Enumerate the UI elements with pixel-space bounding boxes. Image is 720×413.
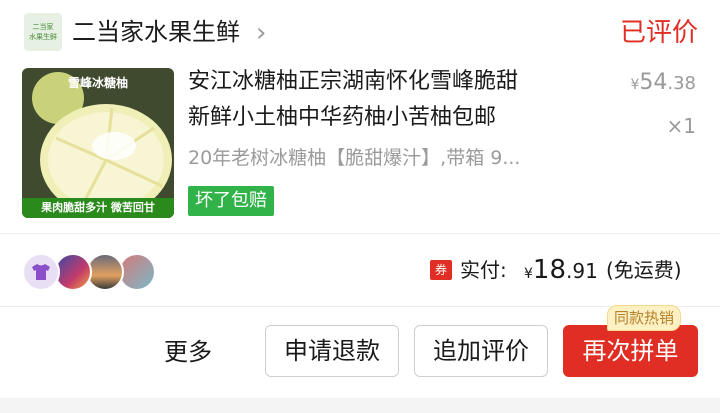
product-title-line1[interactable]: 安江冰糖柚正宗湖南怀化雪峰脆甜 — [188, 66, 518, 98]
price-decimal: .38 — [667, 73, 696, 94]
shop-logo-text: 二当家 水果生鲜 — [29, 23, 57, 41]
product-spec[interactable]: 20年老树冰糖柚【脆甜爆汁】,带箱 9... — [188, 142, 520, 174]
refund-button[interactable]: 申请退款 — [265, 325, 399, 377]
paid-decimal: .91 — [566, 259, 598, 283]
guarantee-tag: 坏了包赔 — [188, 186, 274, 216]
price-integer: 54 — [639, 70, 668, 95]
order-status: 已评价 — [619, 18, 698, 48]
chevron-right-icon[interactable]: › — [256, 13, 266, 53]
product-thumbnail[interactable]: 雪峰冰糖柚 果肉脆甜多汁 微苦回甘 — [22, 68, 174, 218]
shipping-note: (免运费) — [606, 258, 682, 282]
thumb-footer: 果肉脆甜多汁 微苦回甘 — [22, 198, 174, 218]
add-review-button[interactable]: 追加评价 — [414, 325, 548, 377]
thumb-title: 雪峰冰糖柚 — [67, 76, 128, 90]
tshirt-avatar — [22, 253, 60, 291]
hot-sale-badge: 同款热销 — [607, 305, 682, 331]
paid-amount: ¥18.91 — [524, 252, 598, 292]
coupon-icon: 券 — [430, 260, 452, 280]
tshirt-icon — [32, 264, 50, 280]
product-price: ¥54.38 — [630, 70, 696, 95]
shop-logo[interactable]: 二当家 水果生鲜 — [24, 13, 62, 51]
paid-integer: 18 — [532, 255, 567, 285]
product-quantity: ×1 — [666, 114, 696, 138]
shop-name[interactable]: 二当家水果生鲜 — [72, 12, 240, 52]
paid-currency: ¥ — [524, 266, 533, 282]
order-card: 二当家 水果生鲜 二当家水果生鲜 › 已评价 雪峰冰糖柚 果肉脆甜多汁 微苦回甘… — [0, 0, 720, 413]
paid-label: 实付: — [460, 258, 507, 282]
product-title-line2[interactable]: 新鲜小土柚中华药柚小苦柚包邮 — [188, 102, 496, 134]
more-button[interactable]: 更多 — [164, 330, 212, 374]
rebuy-button[interactable]: 再次拼单 — [563, 325, 698, 377]
divider — [0, 233, 720, 234]
bottom-strip — [0, 398, 720, 413]
